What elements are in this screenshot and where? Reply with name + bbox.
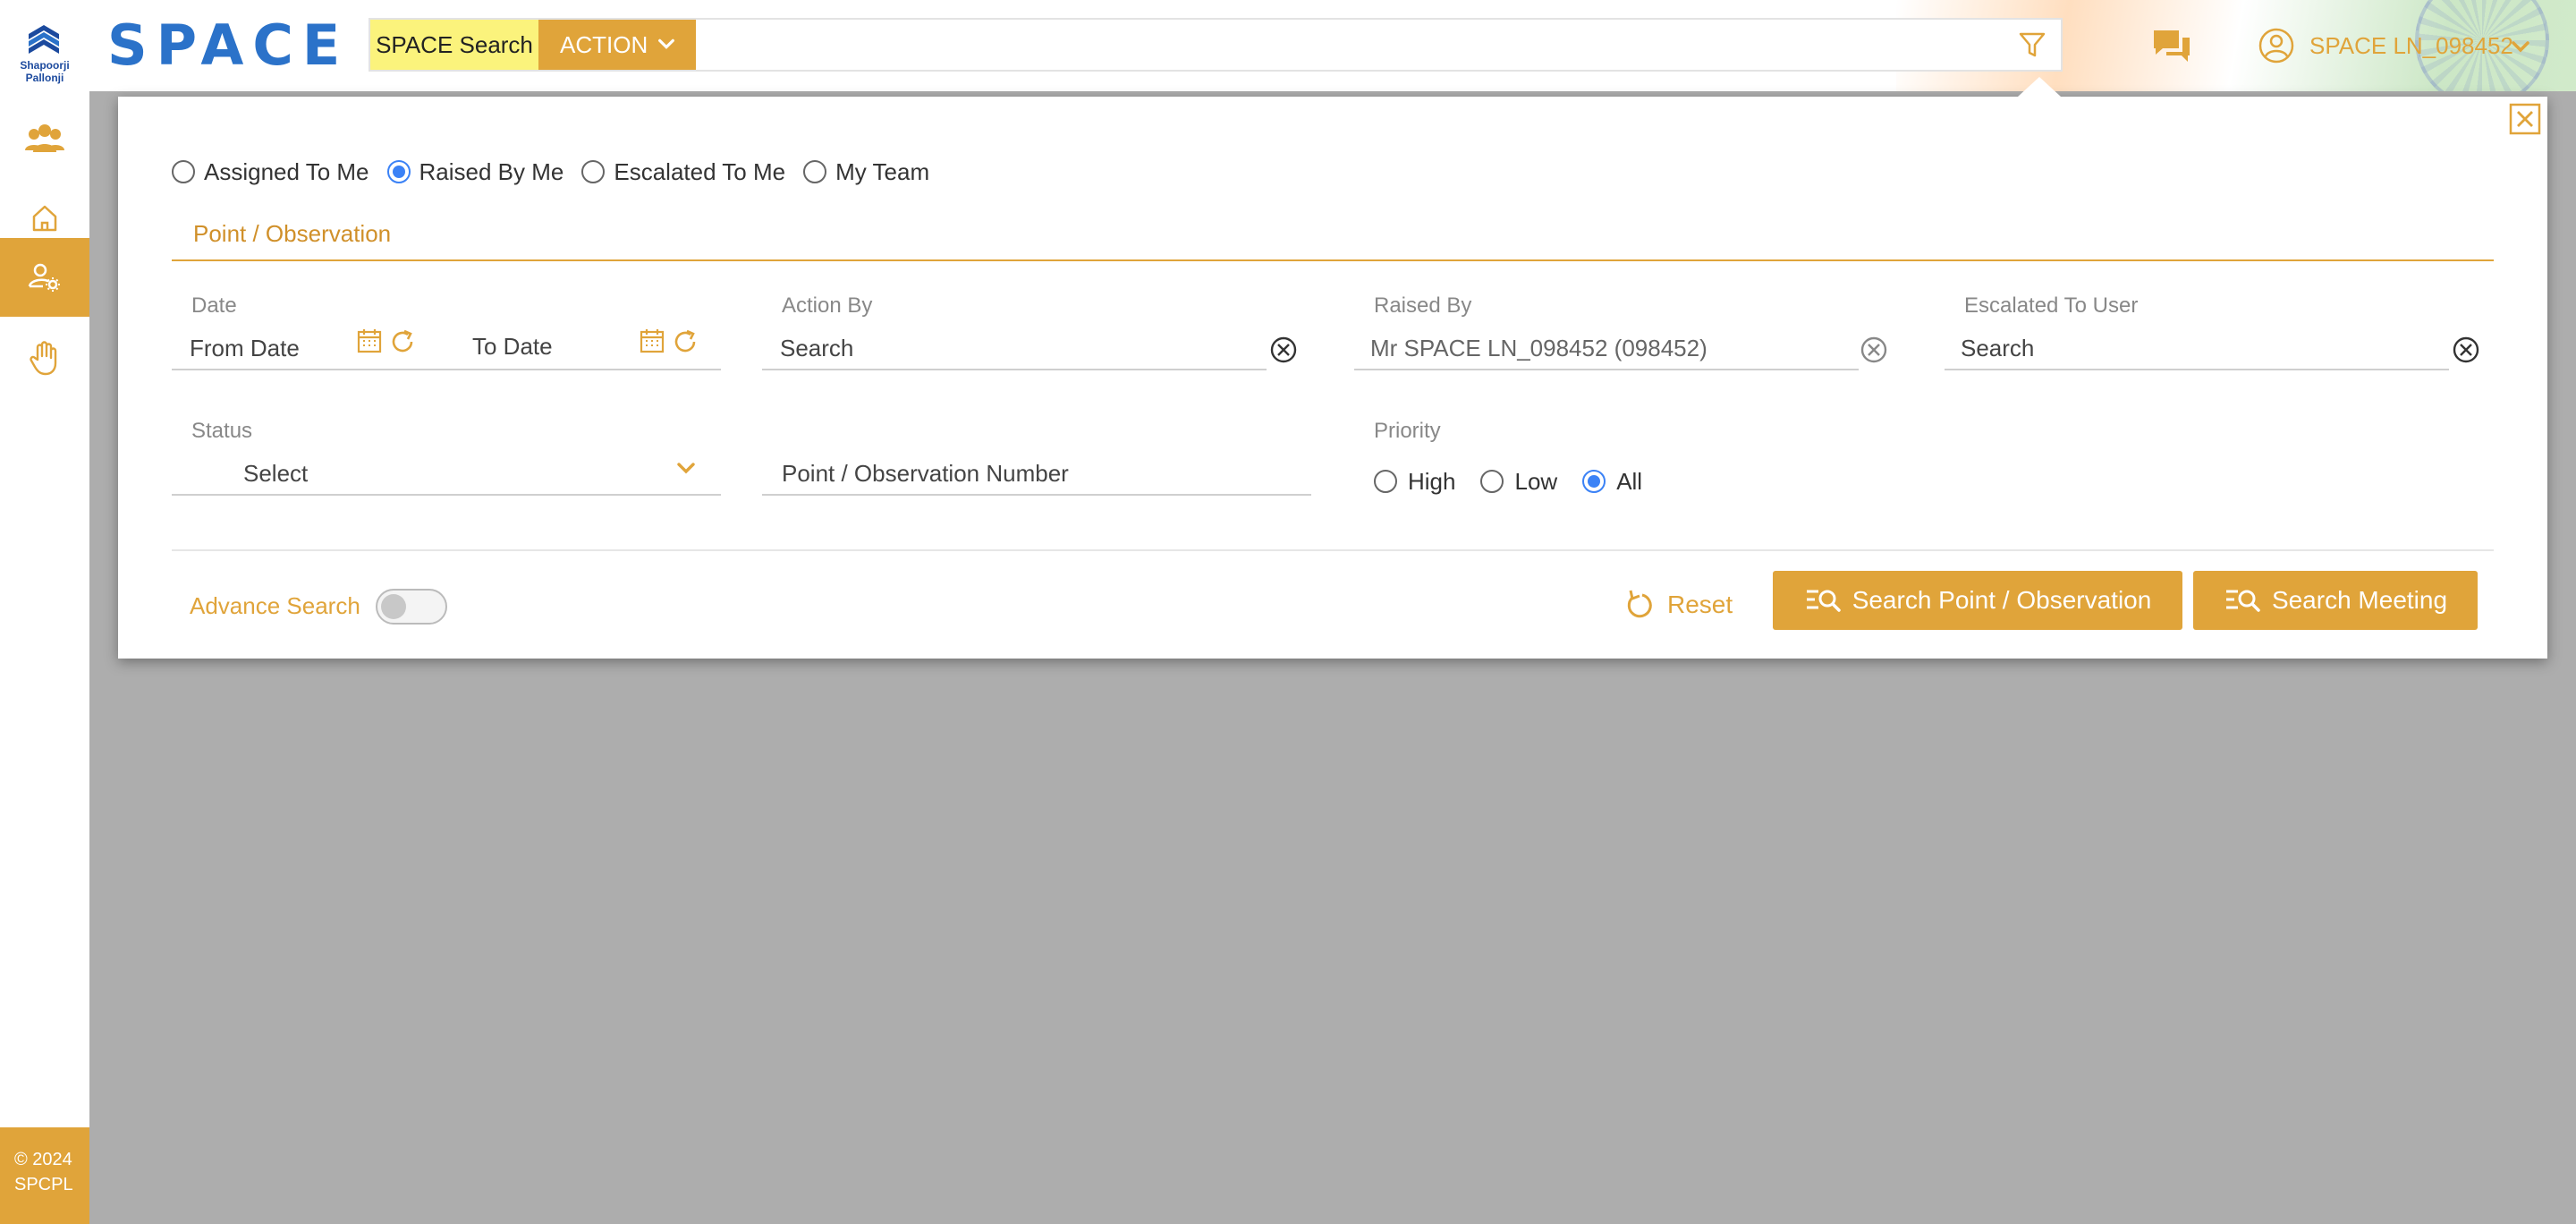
search-module-dropdown[interactable]: ACTION	[538, 20, 696, 70]
sidebar-item-team[interactable]	[0, 100, 89, 179]
priority-option-label: Low	[1514, 467, 1558, 495]
divider	[172, 549, 2494, 551]
tab-point-observation[interactable]: Point / Observation	[193, 220, 391, 248]
point-observation-number-input[interactable]: Point / Observation Number	[762, 451, 1311, 496]
radio-button[interactable]	[172, 160, 195, 183]
sidebar-item-hand[interactable]	[0, 319, 89, 397]
to-date-input[interactable]: To Date	[472, 333, 553, 361]
toggle-knob	[381, 594, 406, 619]
list-search-icon	[1806, 590, 1841, 612]
calendar-icon[interactable]	[356, 327, 383, 354]
home-icon	[32, 205, 57, 232]
scope-assigned-to-me[interactable]: Assigned To Me	[172, 158, 369, 186]
priority-low[interactable]: Low	[1480, 468, 1557, 496]
reset-icon	[1627, 590, 1652, 618]
date-label: Date	[191, 293, 237, 318]
advance-search-label: Advance Search	[190, 592, 360, 619]
scope-escalated-to-me[interactable]: Escalated To Me	[581, 158, 785, 186]
close-icon[interactable]	[2508, 102, 2542, 136]
refresh-icon[interactable]	[388, 327, 417, 356]
priority-option-label: High	[1408, 467, 1456, 495]
company-logo-mark	[29, 25, 59, 54]
user-settings-icon	[28, 263, 60, 292]
radio-button[interactable]	[1374, 470, 1397, 493]
status-select[interactable]: Select	[172, 451, 721, 496]
action-by-label: Action By	[782, 293, 873, 318]
scope-option-label: Escalated To Me	[614, 157, 786, 185]
search-point-observation-label: Search Point / Observation	[1852, 586, 2152, 614]
search-meeting-button[interactable]: Search Meeting	[2193, 571, 2478, 630]
tab-underline	[172, 259, 2494, 261]
scope-option-label: Raised By Me	[419, 157, 564, 185]
escalated-to-user-label: Escalated To User	[1964, 293, 2139, 318]
status-value: Select	[243, 460, 309, 487]
scope-option-label: Assigned To Me	[204, 157, 369, 185]
status-label: Status	[191, 419, 253, 443]
search-module-value: ACTION	[560, 31, 648, 58]
copyright-year: © 2024	[14, 1150, 72, 1169]
scope-my-team[interactable]: My Team	[803, 158, 929, 186]
scope-option-label: My Team	[835, 157, 930, 185]
priority-option-label: All	[1616, 467, 1643, 495]
chat-icon[interactable]	[2150, 27, 2193, 66]
search-label: SPACE Search	[370, 20, 538, 70]
raised-by-value: Mr SPACE LN_098452 (098452)	[1370, 335, 1707, 361]
radio-button[interactable]	[581, 160, 606, 183]
raised-by-input[interactable]: Mr SPACE LN_098452 (098452)	[1354, 326, 1859, 370]
chevron-down-icon[interactable]	[673, 455, 699, 481]
filter-popover-pointer	[2018, 77, 2061, 97]
chevron-down-icon	[658, 38, 674, 49]
list-search-icon	[2225, 590, 2260, 612]
escalated-to-user-input[interactable]: Search	[1945, 326, 2449, 370]
radio-button[interactable]	[803, 160, 827, 183]
user-avatar-icon[interactable]	[2258, 27, 2295, 64]
radio-button-selected[interactable]	[1582, 470, 1606, 493]
point-observation-number-placeholder: Point / Observation Number	[782, 460, 1069, 487]
action-by-input[interactable]: Search	[762, 326, 1267, 370]
chevron-down-icon[interactable]	[2510, 36, 2531, 57]
priority-all[interactable]: All	[1582, 468, 1642, 496]
priority-label: Priority	[1374, 419, 1441, 443]
radio-button-selected[interactable]	[386, 160, 411, 183]
scope-raised-by-me[interactable]: Raised By Me	[386, 157, 564, 186]
search-point-observation-button[interactable]: Search Point / Observation	[1773, 571, 2182, 630]
search-filter-panel: Assigned To Me Raised By Me Escalated To…	[118, 97, 2547, 659]
top-bar: Shapoorji Pallonji SPACE SPACE Search AC…	[0, 0, 2576, 107]
company-logo[interactable]: Shapoorji Pallonji	[4, 20, 86, 84]
app-logo-text: SPACE	[107, 12, 350, 78]
advance-search-toggle[interactable]	[376, 589, 447, 625]
app-logo[interactable]: SPACE	[107, 12, 350, 78]
radio-button[interactable]	[1480, 470, 1504, 493]
clear-icon[interactable]	[1268, 335, 1299, 365]
team-icon	[25, 124, 64, 152]
sidebar-item-user-settings[interactable]	[0, 238, 89, 317]
global-search-bar[interactable]: SPACE Search ACTION	[369, 18, 2063, 72]
company-logo-text: Shapoorji Pallonji	[20, 59, 70, 84]
from-date-input[interactable]: From Date	[190, 335, 300, 361]
action-by-value: Search	[780, 335, 854, 361]
clear-icon[interactable]	[1859, 335, 1889, 365]
filter-icon[interactable]	[2016, 29, 2048, 61]
copyright-company: SPCPL	[14, 1175, 73, 1194]
calendar-icon[interactable]	[639, 327, 665, 354]
priority-radio-group: High Low All	[1374, 463, 1667, 499]
scope-radio-group: Assigned To Me Raised By Me Escalated To…	[172, 156, 947, 188]
escalated-to-user-value: Search	[1961, 335, 2035, 361]
sidebar: © 2024 SPCPL	[0, 91, 89, 1224]
priority-high[interactable]: High	[1374, 468, 1455, 496]
copyright: © 2024 SPCPL	[0, 1127, 89, 1224]
clear-icon[interactable]	[2451, 335, 2481, 365]
reset-button[interactable]: Reset	[1621, 578, 1733, 632]
hand-icon	[30, 341, 57, 376]
user-name[interactable]: SPACE LN_098452	[2309, 27, 2513, 64]
reset-label: Reset	[1667, 591, 1733, 618]
search-meeting-label: Search Meeting	[2271, 586, 2448, 614]
raised-by-label: Raised By	[1374, 293, 1472, 318]
refresh-icon[interactable]	[671, 327, 699, 356]
